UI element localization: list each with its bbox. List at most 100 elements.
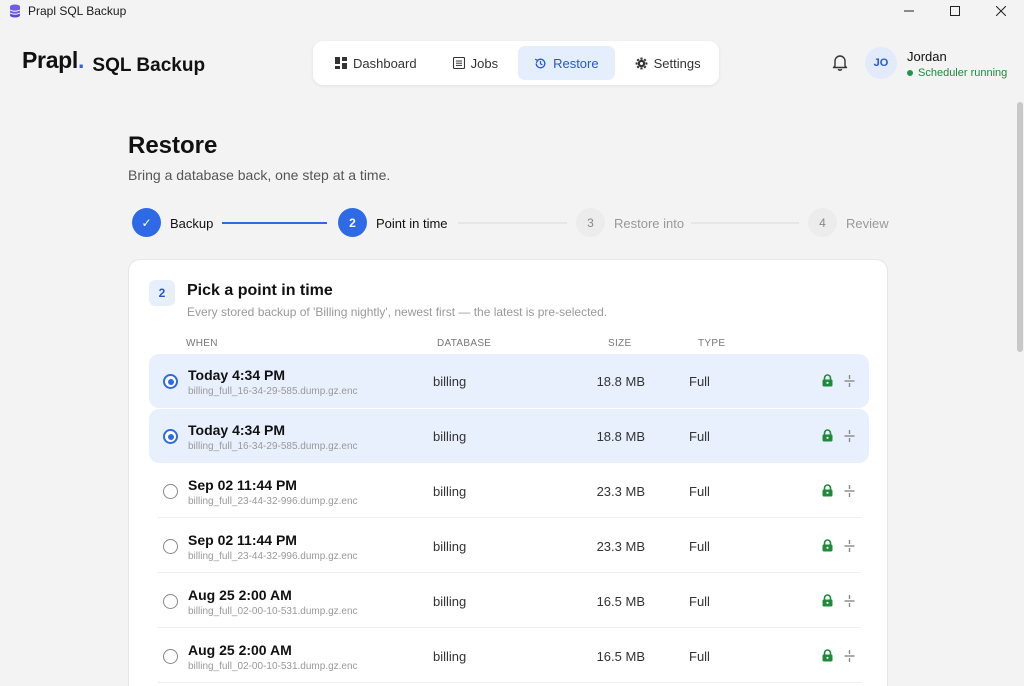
restore-stepper: ✓ Backup 2 Point in time 3 Restore into … bbox=[131, 208, 891, 238]
backup-row-type: Full bbox=[689, 539, 710, 554]
minimize-button[interactable] bbox=[886, 0, 932, 22]
point-in-time-card: 2 Pick a point in time Every stored back… bbox=[128, 259, 888, 686]
bell-icon bbox=[832, 55, 848, 71]
nav-dashboard-label: Dashboard bbox=[353, 55, 417, 71]
step-3-circle: 3 bbox=[576, 208, 605, 237]
backup-row-when: Sep 02 11:44 PM bbox=[188, 477, 297, 493]
backup-row[interactable]: Today 4:34 PM billing_full_16-34-29-585.d… bbox=[149, 409, 869, 463]
backup-row-radio[interactable] bbox=[163, 374, 178, 389]
backup-row-database: billing bbox=[433, 484, 467, 499]
jobs-icon bbox=[452, 57, 465, 69]
split-archive-icon bbox=[844, 374, 855, 392]
split-archive-icon bbox=[844, 649, 855, 667]
card-title: Pick a point in time bbox=[187, 282, 333, 299]
row-divider bbox=[157, 517, 861, 518]
step-2-connector bbox=[458, 222, 567, 224]
step-1-label[interactable]: Backup bbox=[170, 216, 213, 231]
card-step-badge: 2 bbox=[149, 280, 175, 306]
close-icon bbox=[996, 6, 1006, 16]
step-3-label: Restore into bbox=[614, 216, 685, 231]
backup-row-size: 23.3 MB bbox=[596, 484, 645, 499]
encrypted-lock-icon bbox=[822, 429, 833, 447]
backup-row-radio[interactable] bbox=[163, 649, 178, 664]
backup-row-size: 18.8 MB bbox=[596, 374, 645, 389]
card-subtitle: Every stored backup of 'Billing nightly'… bbox=[187, 305, 608, 319]
step-2-circle[interactable]: 2 bbox=[338, 208, 367, 237]
backup-row[interactable]: Sep 02 11:44 PM billing_full_23-44-32-996… bbox=[149, 519, 869, 573]
column-header-size: SIZE bbox=[608, 338, 632, 349]
step-1-connector bbox=[222, 222, 327, 224]
backup-row-database: billing bbox=[433, 539, 467, 554]
column-header-type: TYPE bbox=[698, 338, 726, 349]
app-database-icon bbox=[9, 4, 21, 18]
backup-row-type: Full bbox=[689, 649, 710, 664]
backup-row-database: billing bbox=[433, 429, 467, 444]
top-nav: Dashboard Jobs Restore Settings bbox=[313, 41, 719, 85]
dashboard-icon bbox=[335, 57, 347, 69]
backup-row-radio[interactable] bbox=[163, 429, 178, 444]
encrypted-lock-icon bbox=[822, 649, 833, 667]
nav-restore-label: Restore bbox=[553, 55, 599, 71]
minimize-icon bbox=[904, 10, 914, 12]
backup-row-when: Today 4:34 PM bbox=[188, 422, 285, 438]
backup-row[interactable]: Aug 25 2:00 AM billing_full_02-00-10-531.… bbox=[149, 574, 869, 628]
backup-row-database: billing bbox=[433, 374, 467, 389]
nav-settings[interactable]: Settings bbox=[619, 46, 717, 80]
backup-row-size: 16.5 MB bbox=[596, 594, 645, 609]
encrypted-lock-icon bbox=[822, 594, 833, 612]
scheduler-status: Scheduler running bbox=[907, 67, 1007, 79]
nav-jobs-label: Jobs bbox=[470, 55, 499, 71]
step-3-connector bbox=[691, 222, 799, 224]
backup-row-filename: billing_full_16-34-29-585.dump.gz.enc bbox=[188, 441, 358, 452]
backup-row-radio[interactable] bbox=[163, 484, 178, 499]
encrypted-lock-icon bbox=[822, 484, 833, 502]
backup-row[interactable]: Aug 25 2:00 AM billing_full_02-00-10-531.… bbox=[149, 629, 869, 683]
split-archive-icon bbox=[844, 594, 855, 612]
scheduler-status-label: Scheduler running bbox=[918, 67, 1008, 79]
backup-row-type: Full bbox=[689, 484, 710, 499]
backup-row-radio[interactable] bbox=[163, 539, 178, 554]
backup-row-when: Aug 25 2:00 AM bbox=[188, 642, 292, 658]
backup-row-filename: billing_full_02-00-10-531.dump.gz.enc bbox=[188, 606, 358, 617]
backup-row-type: Full bbox=[689, 429, 710, 444]
backup-row-size: 23.3 MB bbox=[596, 539, 645, 554]
step-2-label[interactable]: Point in time bbox=[376, 216, 448, 231]
nav-restore[interactable]: Restore bbox=[518, 46, 615, 80]
brand-logo: Prapl. SQL Backup bbox=[22, 47, 205, 76]
maximize-icon bbox=[950, 6, 960, 16]
backup-row-filename: billing_full_23-44-32-996.dump.gz.enc bbox=[188, 551, 358, 562]
split-archive-icon bbox=[844, 429, 855, 447]
backup-row-filename: billing_full_02-00-10-531.dump.gz.enc bbox=[188, 661, 358, 672]
step-1-circle[interactable]: ✓ bbox=[132, 208, 161, 237]
split-archive-icon bbox=[844, 539, 855, 557]
close-button[interactable] bbox=[978, 0, 1024, 22]
backup-row-type: Full bbox=[689, 594, 710, 609]
encrypted-lock-icon bbox=[822, 539, 833, 557]
step-4-circle: 4 bbox=[808, 208, 837, 237]
status-dot bbox=[907, 70, 913, 76]
step-4-label: Review bbox=[846, 216, 889, 231]
window-title: Prapl SQL Backup bbox=[28, 4, 127, 18]
backup-row-database: billing bbox=[433, 594, 467, 609]
nav-dashboard[interactable]: Dashboard bbox=[319, 46, 433, 80]
gear-icon bbox=[635, 57, 648, 70]
backup-row[interactable]: Sep 02 11:44 PM billing_full_23-44-32-996… bbox=[149, 464, 869, 518]
backup-row-radio[interactable] bbox=[163, 594, 178, 609]
backup-row-when: Sep 02 11:44 PM bbox=[188, 532, 297, 548]
notifications-button[interactable] bbox=[832, 54, 848, 76]
column-header-when: WHEN bbox=[186, 338, 218, 349]
nav-jobs[interactable]: Jobs bbox=[437, 46, 514, 80]
backup-row[interactable]: Today 4:34 PM billing_full_16-34-29-585.d… bbox=[149, 354, 869, 408]
page-title: Restore bbox=[128, 132, 218, 159]
scrollbar-thumb[interactable] bbox=[1017, 102, 1023, 352]
maximize-button[interactable] bbox=[932, 0, 978, 22]
backup-row-database: billing bbox=[433, 649, 467, 664]
brand-name: Prapl bbox=[22, 47, 79, 73]
row-divider bbox=[157, 682, 861, 683]
column-header-database: DATABASE bbox=[437, 338, 492, 349]
backup-row-when: Aug 25 2:00 AM bbox=[188, 587, 292, 603]
backup-row-size: 16.5 MB bbox=[596, 649, 645, 664]
user-name: Jordan bbox=[907, 49, 947, 64]
restore-icon bbox=[534, 57, 547, 70]
avatar[interactable]: JO bbox=[865, 47, 897, 79]
